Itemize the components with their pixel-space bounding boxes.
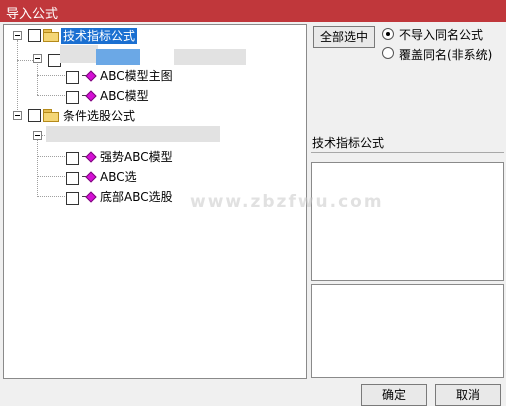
tree-line: [37, 61, 38, 95]
tree-line: [37, 75, 69, 76]
radio-no-import-label[interactable]: 不导入同名公式: [399, 26, 483, 43]
tree-line: [37, 176, 69, 177]
formula-icon: [82, 151, 97, 163]
tree-checkbox[interactable]: [66, 192, 79, 205]
folder-icon: [43, 109, 59, 122]
expand-toggle[interactable]: [13, 31, 22, 40]
redacted-area: [96, 49, 140, 65]
watermark: www.zbzfwu.com: [190, 192, 384, 212]
tree-checkbox[interactable]: [66, 152, 79, 165]
tree-node-label[interactable]: ABC选: [100, 169, 137, 185]
redacted-area: [174, 49, 246, 65]
radio-overwrite[interactable]: [382, 47, 394, 59]
tree-line: [37, 95, 69, 96]
tree-node-label[interactable]: ABC模型: [100, 88, 149, 104]
formula-icon: [82, 191, 97, 203]
category-label: 技术指标公式: [312, 136, 385, 150]
redacted-area: [46, 126, 220, 142]
select-all-button[interactable]: 全部选中: [313, 26, 375, 48]
dialog-client: 技术指标公式 ABC模型主图 ABC模型 条件选股公式 强势ABC模型 ABC选: [0, 22, 506, 406]
formula-icon: [82, 70, 97, 82]
formula-description-box[interactable]: [311, 162, 504, 281]
tree-node-label[interactable]: 强势ABC模型: [100, 149, 173, 165]
expand-toggle[interactable]: [33, 54, 42, 63]
tree-node-label[interactable]: 技术指标公式: [61, 28, 138, 44]
redacted-area: [60, 45, 98, 63]
tree-node-label[interactable]: 底部ABC选股: [100, 189, 173, 205]
tree-checkbox[interactable]: [66, 91, 79, 104]
folder-icon: [43, 29, 59, 42]
tree-line: [17, 40, 18, 120]
window-title: 导入公式: [6, 7, 59, 22]
tree-checkbox[interactable]: [28, 29, 41, 42]
cancel-button[interactable]: 取消: [435, 384, 501, 406]
divider: [311, 152, 504, 153]
radio-overwrite-label[interactable]: 覆盖同名(非系统): [399, 46, 492, 63]
tree-checkbox[interactable]: [66, 71, 79, 84]
ok-button[interactable]: 确定: [361, 384, 427, 406]
tree-checkbox[interactable]: [66, 172, 79, 185]
tree-checkbox[interactable]: [28, 109, 41, 122]
tree-line: [37, 196, 69, 197]
tree-node-label[interactable]: ABC模型主图: [100, 68, 173, 84]
radio-no-import[interactable]: [382, 28, 394, 40]
formula-icon: [82, 90, 97, 102]
tree-line: [37, 136, 38, 197]
title-bar: 导入公式: [0, 0, 506, 22]
formula-detail-box[interactable]: [311, 284, 504, 378]
expand-toggle[interactable]: [13, 111, 22, 120]
tree-line: [37, 156, 69, 157]
formula-icon: [82, 171, 97, 183]
expand-toggle[interactable]: [33, 131, 42, 140]
tree-node-label[interactable]: 条件选股公式: [63, 108, 135, 124]
